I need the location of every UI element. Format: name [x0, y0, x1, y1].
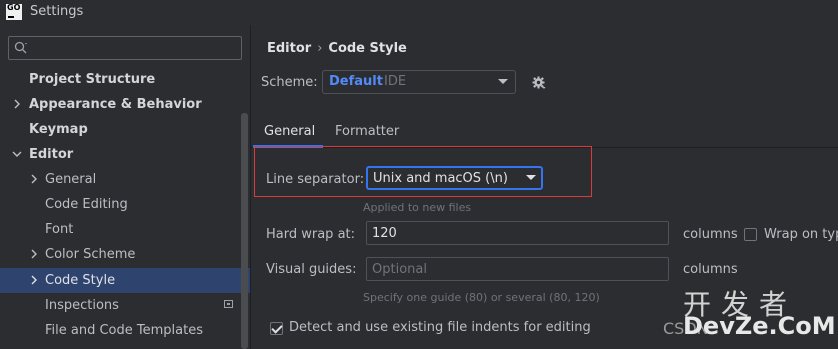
breadcrumb-separator: › — [317, 41, 323, 56]
scheme-name: Default — [329, 74, 383, 89]
sidebar-item-font[interactable]: Font — [0, 217, 240, 242]
watermark-site-text: DevZe.CoM — [683, 312, 836, 340]
settings-search-input[interactable] — [8, 36, 242, 60]
visual-guides-field[interactable] — [366, 257, 669, 281]
sidebar-item-color-scheme[interactable]: Color Scheme — [0, 242, 240, 267]
sidebar-item-editor[interactable]: Editor — [0, 142, 240, 167]
project-level-badge-icon — [224, 300, 233, 308]
window-title: Settings — [30, 4, 84, 19]
chevron-down-icon — [498, 79, 508, 84]
watermark: 开发者 CSDN DevZe.CoM — [663, 283, 838, 349]
hard-wrap-unit: columns — [683, 227, 738, 242]
sidebar-item-appearance-behavior[interactable]: Appearance & Behavior — [0, 92, 240, 117]
detect-indents-checkbox[interactable] — [270, 322, 283, 335]
sidebar-item-inspections[interactable]: Inspections — [0, 293, 240, 318]
chevron-down-icon[interactable] — [12, 149, 22, 159]
sidebar-item-label: Code Editing — [45, 197, 128, 212]
gear-icon[interactable] — [532, 76, 546, 90]
line-separator-label: Line separator: — [266, 172, 365, 187]
sidebar-item-label: Appearance & Behavior — [29, 97, 202, 112]
wrap-on-typing-checkbox[interactable] — [744, 228, 757, 241]
breadcrumb-item: Code Style — [328, 41, 407, 56]
line-separator-value: Unix and macOS (\n) — [373, 171, 508, 186]
sidebar-item-label: Project Structure — [29, 72, 156, 87]
search-icon — [14, 41, 27, 54]
sidebar-item-file-code-templates[interactable]: File and Code Templates — [0, 318, 240, 343]
wrap-on-typing-label[interactable]: Wrap on typ — [764, 227, 838, 242]
settings-sidebar: Project Structure Appearance & Behavior … — [0, 25, 250, 349]
hard-wrap-label: Hard wrap at: — [266, 227, 356, 242]
visual-guides-label: Visual guides: — [266, 262, 357, 277]
hard-wrap-field[interactable] — [366, 221, 669, 245]
sidebar-item-code-style[interactable]: Code Style — [0, 268, 250, 293]
sidebar-item-label: General — [45, 172, 97, 187]
app-logo-text: GO — [7, 3, 21, 12]
chevron-right-icon[interactable] — [29, 249, 39, 259]
title-bar: GO Settings — [0, 0, 838, 25]
sidebar-item-label: File and Code Templates — [45, 323, 203, 338]
sidebar-item-keymap[interactable]: Keymap — [0, 117, 240, 142]
visual-guides-hint: Specify one guide (80) or several (80, 1… — [363, 291, 600, 304]
sidebar-item-label: Keymap — [29, 122, 88, 137]
chevron-down-icon — [526, 175, 536, 180]
chevron-right-icon[interactable] — [12, 99, 22, 109]
sidebar-item-label: Inspections — [45, 298, 119, 313]
line-separator-hint: Applied to new files — [363, 201, 472, 214]
chevron-right-icon[interactable] — [29, 174, 39, 184]
hard-wrap-input[interactable] — [367, 222, 668, 244]
line-separator-dropdown[interactable]: Unix and macOS (\n) — [366, 166, 543, 190]
tab-formatter[interactable]: Formatter — [335, 124, 399, 148]
sidebar-scrollbar[interactable] — [241, 113, 248, 349]
detect-indents-label[interactable]: Detect and use existing file indents for… — [289, 320, 591, 335]
scheme-dropdown[interactable]: Default IDE — [322, 70, 516, 94]
sidebar-item-label: Editor — [29, 147, 74, 162]
visual-guides-unit: columns — [683, 262, 738, 277]
scheme-label: Scheme: — [261, 75, 318, 90]
sidebar-item-label: Font — [45, 222, 74, 237]
chevron-right-icon[interactable] — [29, 275, 39, 285]
app-logo-icon: GO — [6, 4, 22, 20]
sidebar-item-code-editing[interactable]: Code Editing — [0, 192, 240, 217]
sidebar-item-label: Color Scheme — [45, 247, 136, 262]
breadcrumb: Editor › Code Style — [267, 41, 407, 56]
sidebar-item-general[interactable]: General — [0, 167, 240, 192]
scheme-type: IDE — [384, 74, 407, 89]
breadcrumb-item[interactable]: Editor — [267, 41, 311, 56]
sidebar-item-project-structure[interactable]: Project Structure — [0, 67, 240, 92]
sidebar-item-label: Code Style — [45, 273, 116, 288]
visual-guides-input[interactable] — [367, 258, 668, 280]
